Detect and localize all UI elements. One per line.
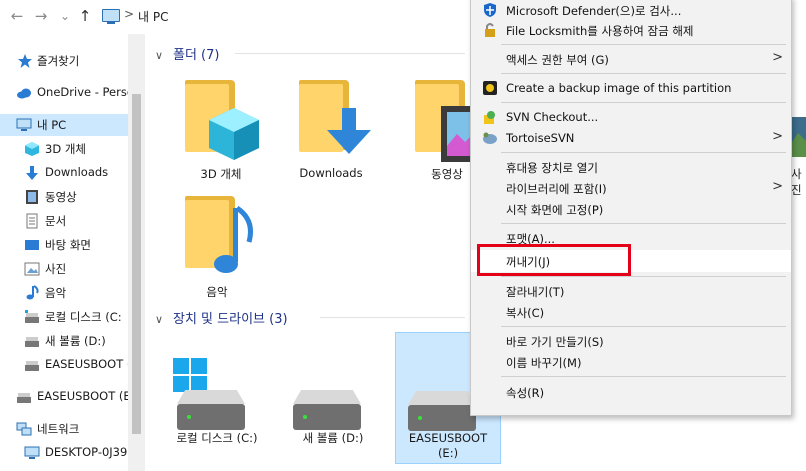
network-icon — [16, 422, 32, 436]
sidebar-item-local-disk-c[interactable]: 로컬 디스크 (C: — [0, 306, 128, 328]
tortoisesvn-icon — [483, 132, 497, 144]
sidebar-item-videos[interactable]: 동영상 — [0, 186, 128, 208]
submenu-arrow-icon: > — [772, 179, 783, 194]
sidebar-item-onedrive[interactable]: OneDrive - Perso — [0, 82, 128, 104]
menu-item-rename[interactable]: 이름 바꾸기(M) — [471, 351, 791, 373]
menu-item-copy[interactable]: 복사(C) — [471, 301, 791, 323]
cloud-icon — [17, 88, 31, 99]
drive-icon — [17, 393, 31, 403]
up-button[interactable]: ↑ — [76, 7, 94, 25]
backup-icon — [483, 81, 497, 95]
sidebar-item-network[interactable]: 네트워크 — [0, 418, 128, 440]
sidebar-item-volume-d[interactable]: 새 볼륨 (D:) — [0, 330, 128, 352]
chevron-down-icon: ∨ — [155, 49, 164, 62]
defender-icon — [484, 3, 496, 17]
video-icon — [26, 190, 38, 204]
sidebar-scrollbar[interactable] — [128, 34, 145, 471]
chevron-down-icon: ∨ — [155, 313, 164, 326]
drives-section-header[interactable]: ∨ 장치 및 드라이브 (3) — [155, 308, 288, 327]
cube-icon — [25, 142, 39, 156]
drive-icon — [25, 337, 39, 347]
menu-item-defender-scan[interactable]: Microsoft Defender(으)로 검사... — [471, 0, 791, 21]
menu-item-backup-image[interactable]: Create a backup image of this partition — [471, 77, 791, 99]
section-divider — [320, 317, 465, 318]
sidebar-item-desktop[interactable]: 바탕 화면 — [0, 234, 128, 256]
drive-icon — [408, 391, 476, 405]
section-divider — [235, 53, 465, 54]
folder-pictures-label[interactable]: 사진 — [791, 166, 806, 198]
pc-icon — [102, 9, 120, 24]
windows-logo-icon — [173, 358, 207, 392]
sidebar-item-downloads[interactable]: Downloads — [0, 162, 128, 184]
music-icon — [26, 285, 39, 300]
forward-button[interactable]: → — [32, 7, 50, 25]
menu-item-give-access[interactable]: 액세스 권한 부여 (G) > — [471, 48, 791, 70]
sidebar-item-music[interactable]: 음악 — [0, 282, 128, 304]
menu-item-file-locksmith[interactable]: File Locksmith를 사용하여 잠금 해제 — [471, 19, 791, 41]
lock-icon — [485, 23, 495, 37]
cube-icon — [209, 108, 259, 160]
download-icon — [327, 108, 371, 154]
folder-music[interactable]: 음악 — [167, 192, 267, 312]
sidebar-item-this-pc[interactable]: 내 PC — [0, 114, 128, 136]
back-button[interactable]: ← — [8, 7, 26, 25]
pc-icon — [16, 118, 32, 131]
menu-item-tortoisesvn[interactable]: TortoiseSVN > — [471, 127, 791, 149]
menu-item-open-portable-device[interactable]: 휴대용 장치로 열기 — [471, 156, 791, 178]
submenu-arrow-icon: > — [772, 129, 783, 144]
menu-item-cut[interactable]: 잘라내기(T) — [471, 280, 791, 302]
drive-icon — [177, 390, 245, 404]
drive-icon — [25, 310, 39, 323]
address-field[interactable]: > 내 PC — [100, 5, 480, 27]
sidebar-item-documents[interactable]: 문서 — [0, 210, 128, 232]
context-menu: Microsoft Defender(으)로 검사... File Locksm… — [470, 0, 792, 416]
sidebar-item-easeusboot-1[interactable]: EASEUSBOOT (I — [0, 354, 128, 376]
svn-checkout-icon — [484, 111, 495, 124]
navigation-pane: 즐겨찾기 OneDrive - Perso 내 PC 3D 개체 Downloa… — [0, 34, 128, 471]
computer-icon — [24, 446, 40, 459]
drive-icon — [25, 361, 39, 371]
drive-volume-d[interactable]: 새 볼륨 (D:) — [281, 334, 385, 464]
video-icon — [441, 106, 471, 162]
breadcrumb-location[interactable]: 내 PC — [138, 8, 168, 25]
document-icon — [26, 213, 38, 229]
sidebar-scrollbar-thumb[interactable] — [132, 94, 141, 434]
sidebar-item-desktop-pc[interactable]: DESKTOP-0J39I — [0, 442, 128, 464]
music-icon — [214, 206, 253, 273]
drive-icon — [293, 390, 361, 404]
menu-item-create-shortcut[interactable]: 바로 가기 만들기(S) — [471, 330, 791, 352]
folders-section-header[interactable]: ∨ 폴더 (7) — [155, 44, 219, 63]
submenu-arrow-icon: > — [772, 50, 783, 65]
drive-local-disk-c[interactable]: 로컬 디스크 (C:) — [165, 334, 269, 464]
folder-3d-objects[interactable]: 3D 개체 — [171, 76, 271, 196]
picture-icon — [790, 117, 806, 157]
menu-item-svn-checkout[interactable]: SVN Checkout... — [471, 106, 791, 128]
download-icon — [26, 166, 38, 180]
desktop-icon — [25, 240, 39, 250]
sidebar-item-quick-access[interactable]: 즐겨찾기 — [0, 50, 128, 72]
breadcrumb-separator: > — [124, 7, 135, 21]
star-icon — [18, 54, 32, 68]
highlight-annotation-box — [477, 244, 631, 276]
sidebar-item-3d-objects[interactable]: 3D 개체 — [0, 138, 128, 160]
recent-locations-button[interactable]: ⌄ — [56, 7, 74, 25]
menu-item-properties[interactable]: 속성(R) — [471, 381, 791, 403]
picture-icon — [24, 262, 40, 276]
sidebar-item-pictures[interactable]: 사진 — [0, 258, 128, 280]
sidebar-item-easeusboot-e[interactable]: EASEUSBOOT (E:) — [0, 386, 128, 408]
folder-downloads[interactable]: Downloads — [281, 76, 381, 196]
menu-item-include-in-library[interactable]: 라이브러리에 포함(I) > — [471, 177, 791, 199]
menu-item-pin-to-start[interactable]: 시작 화면에 고정(P) — [471, 198, 791, 220]
